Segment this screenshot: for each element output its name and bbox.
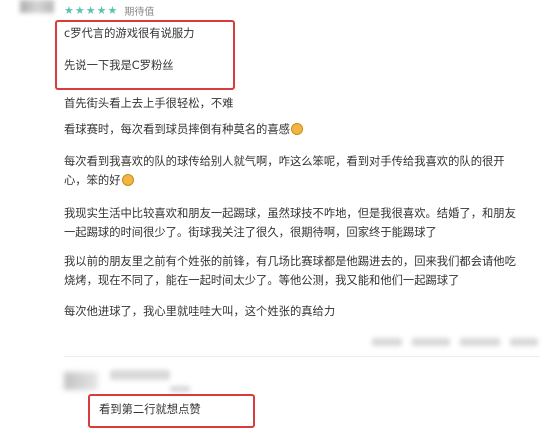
star-icon: ★ <box>64 3 74 17</box>
reply-meta <box>170 386 190 392</box>
review-paragraph: 看球赛时，每次看到球员摔倒有种莫名的喜感 <box>64 120 526 140</box>
blurred-action[interactable] <box>372 338 402 346</box>
blurred-action[interactable] <box>412 338 450 346</box>
star-rating: ★ ★ ★ ★ ★ 期待值 <box>64 3 155 18</box>
laugh-emoji-icon <box>121 174 134 186</box>
highlight-box <box>55 20 235 90</box>
grimace-emoji-icon <box>290 123 303 135</box>
star-icon: ★ <box>96 3 107 17</box>
star-icon: ★ <box>107 3 118 17</box>
highlight-box <box>88 394 255 428</box>
review-paragraph: 我现实生活中比较喜欢和朋友一起踢球，虽然球技不咋地，但是我很喜欢。结婚了，和朋友… <box>64 207 516 239</box>
reviewer-avatar[interactable] <box>20 0 54 13</box>
review-paragraph-text: 看球赛时，每次看到球员摔倒有种莫名的喜感 <box>64 123 290 136</box>
rating-label: 期待值 <box>124 6 155 18</box>
divider <box>64 356 540 357</box>
reply-username[interactable] <box>110 370 170 380</box>
review-paragraph: 每次看到我喜欢的队的球传给别人就气啊，咋这么笨呢，看到对手传给我喜欢的队的很开心… <box>64 152 526 190</box>
blurred-action[interactable] <box>510 338 538 346</box>
star-icon: ★ <box>74 3 85 17</box>
review-paragraph: 首先街头看上去上手很轻松，不难 <box>64 97 234 110</box>
reply-avatar[interactable] <box>64 372 98 390</box>
review-paragraph: 每次他进球了，我心里就哇哇大叫，这个姓张的真给力 <box>64 305 336 318</box>
blurred-action[interactable] <box>460 338 500 346</box>
star-icon: ★ <box>85 3 96 17</box>
review-paragraph: 我以前的朋友里之前有个姓张的前锋，有几场比赛球都是他踢进去的，回来我们都会请他吃… <box>64 255 516 287</box>
